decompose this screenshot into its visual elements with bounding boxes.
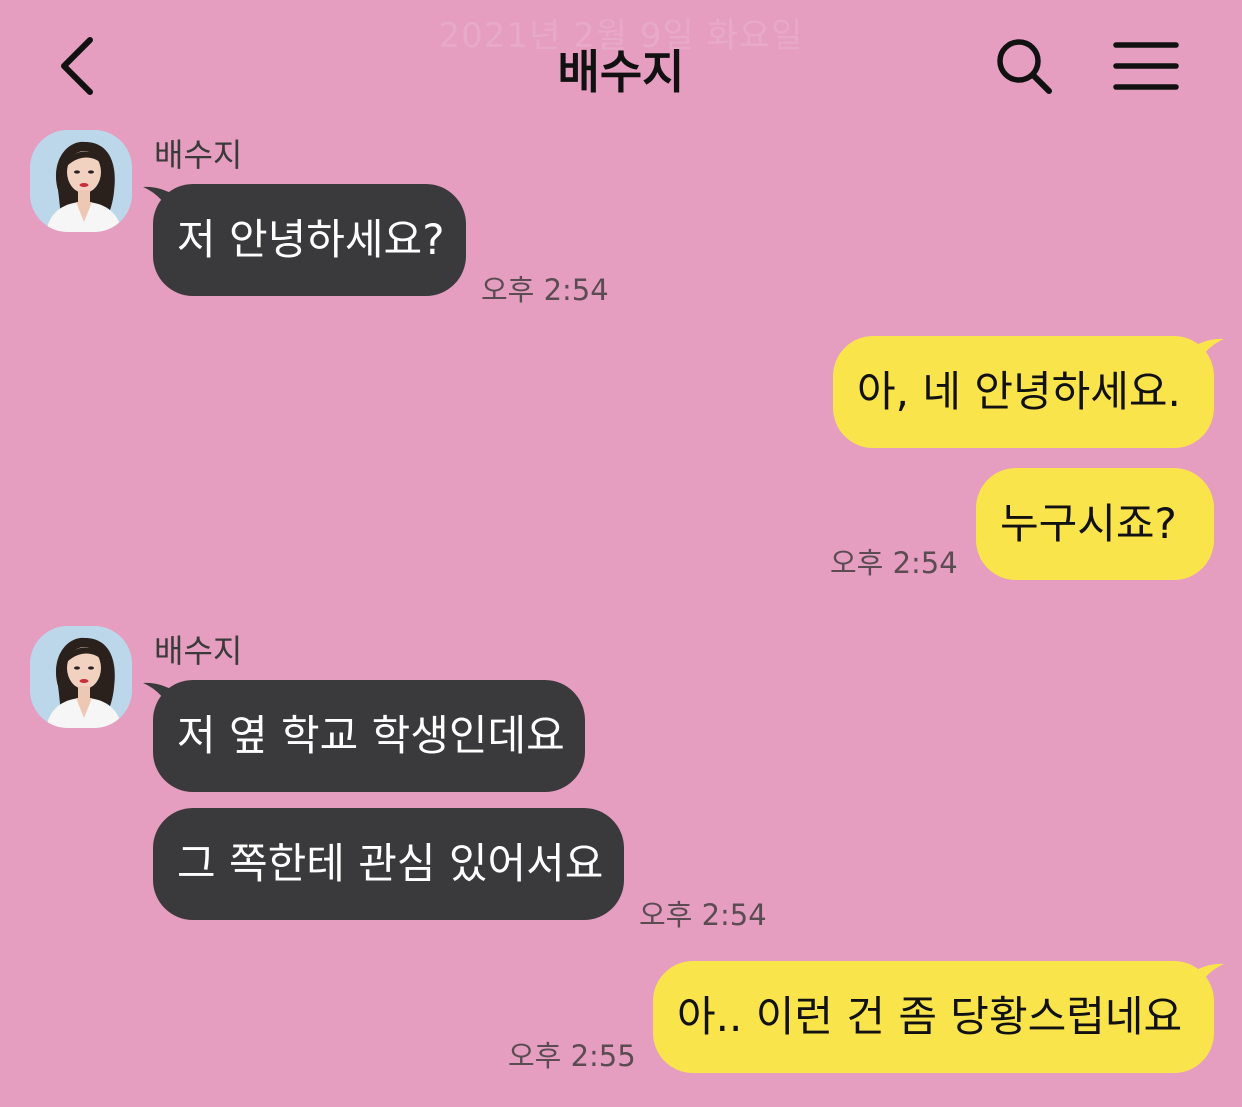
sender-name: 배수지 [154, 136, 243, 174]
bubble-tail [1191, 963, 1224, 991]
search-button[interactable] [992, 34, 1056, 98]
menu-button[interactable] [1112, 40, 1180, 92]
profile-photo [30, 130, 132, 232]
message-bubble[interactable]: 저 옆 학교 학생인데요 [153, 680, 585, 792]
search-icon [997, 39, 1052, 94]
hamburger-menu-icon [1113, 42, 1179, 90]
message-bubble[interactable]: 누구시죠? [976, 468, 1214, 580]
avatar[interactable] [30, 626, 132, 728]
message-bubble[interactable]: 저 안녕하세요? [153, 184, 466, 296]
message-bubble[interactable]: 그 쪽한테 관심 있어서요 [153, 808, 624, 920]
message-time: 오후 2:55 [508, 1039, 636, 1073]
message-time: 오후 2:54 [830, 546, 958, 580]
profile-photo [30, 626, 132, 728]
chat-header: 배수지 [0, 0, 1242, 130]
bubble-tail [1191, 338, 1224, 366]
message-time: 오후 2:54 [639, 898, 767, 932]
sender-name: 배수지 [154, 632, 243, 670]
message-bubble[interactable]: 아.. 이런 건 좀 당황스럽네요 [653, 961, 1214, 1073]
avatar[interactable] [30, 130, 132, 232]
message-time: 오후 2:54 [481, 273, 609, 307]
message-bubble[interactable]: 아, 네 안녕하세요. [833, 336, 1214, 448]
